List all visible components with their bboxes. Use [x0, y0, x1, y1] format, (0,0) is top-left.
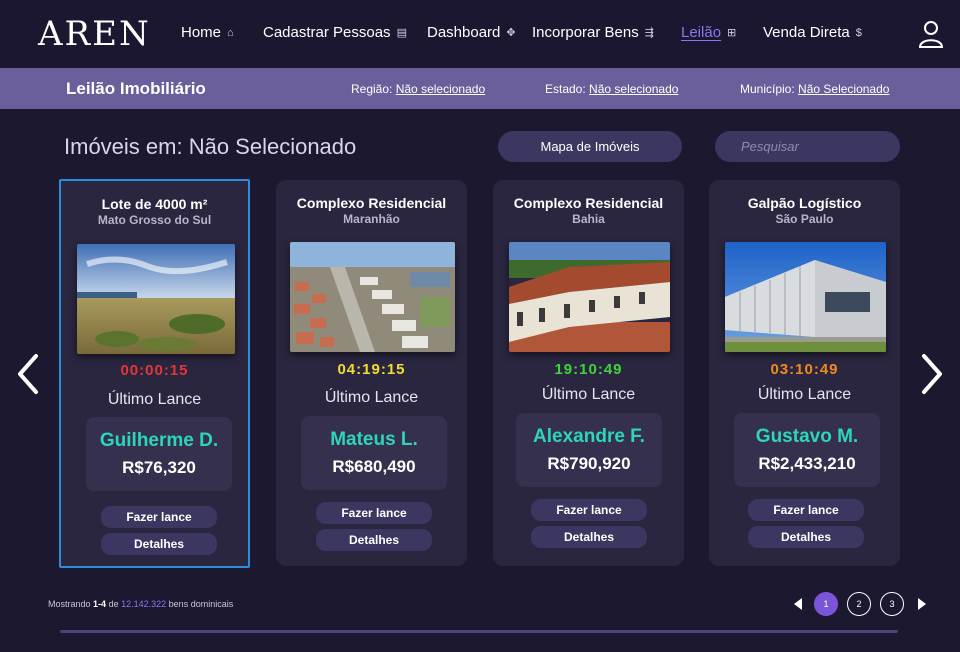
filter-municipio-value[interactable]: Não Selecionado	[798, 82, 889, 96]
property-photo[interactable]	[509, 242, 670, 352]
results-count: Mostrando 1-4 de 12.142.322 bens dominic…	[48, 599, 233, 609]
bidder-name: Guilherme D.	[99, 430, 219, 451]
card-title: Galpão Logístico	[747, 195, 862, 211]
auction-icon: ⊞	[727, 27, 737, 39]
page-prev-icon[interactable]	[793, 597, 803, 611]
home-icon: ⌂	[227, 26, 234, 39]
brand-logo[interactable]: AREN	[38, 14, 151, 54]
card-title: Lote de 4000 m²	[101, 196, 208, 212]
property-photo[interactable]	[290, 242, 455, 352]
bid-amount: R$790,920	[547, 454, 631, 473]
card-title: Complexo Residencial	[296, 195, 447, 211]
bid-amount: R$76,320	[122, 458, 196, 477]
property-card[interactable]: Complexo Residencial Maranhão 04:19:15 Ú…	[276, 180, 467, 566]
details-button[interactable]: Detalhes	[316, 529, 432, 551]
nav-leilao-label: Leilão	[681, 24, 722, 41]
dashboard-icon: ✥	[506, 27, 516, 39]
card-location: São Paulo	[775, 212, 834, 226]
filter-estado: Estado: Não selecionado	[545, 82, 678, 96]
details-button[interactable]: Detalhes	[101, 533, 217, 555]
money-icon: $	[855, 26, 862, 39]
card-location: Mato Grosso do Sul	[97, 213, 212, 227]
last-bid-box: Mateus L. R$680,490	[301, 416, 447, 490]
page-button[interactable]: 1	[814, 592, 838, 616]
register-icon: ▤	[396, 27, 407, 39]
showing-of: de	[108, 599, 119, 609]
filter-estado-label: Estado:	[545, 82, 586, 96]
card-location: Bahia	[572, 212, 605, 226]
bidder-name: Gustavo M.	[755, 426, 859, 447]
card-location: Maranhão	[343, 212, 400, 226]
user-profile-icon[interactable]	[918, 20, 944, 48]
bottom-divider	[60, 630, 898, 633]
filter-regiao-label: Região:	[351, 82, 393, 96]
showing-total: 12.142.322	[121, 599, 167, 609]
countdown-timer: 03:10:49	[770, 361, 839, 378]
property-card[interactable]: Complexo Residencial Bahia 19:10:49 Últi…	[493, 180, 684, 566]
nav-incorporar-label: Incorporar Bens	[532, 24, 639, 41]
page-heading: Imóveis em: Não Selecionado	[64, 134, 357, 159]
bidder-name: Mateus L.	[330, 429, 418, 450]
last-bid-label: Último Lance	[107, 391, 202, 408]
bidder-name: Alexandre F.	[533, 426, 645, 447]
filter-regiao: Região: Não selecionado	[351, 82, 485, 96]
property-map-button[interactable]: Mapa de Imóveis	[498, 131, 682, 162]
nav-incorporar-bens[interactable]: Incorporar Bens ⇶	[532, 24, 654, 41]
filter-municipio-label: Município:	[740, 82, 795, 96]
place-bid-button[interactable]: Fazer lance	[101, 506, 217, 528]
countdown-timer: 19:10:49	[554, 361, 623, 378]
nav-dashboard-label: Dashboard	[427, 24, 501, 41]
page-next-icon[interactable]	[917, 597, 927, 611]
incorporate-icon: ⇶	[644, 27, 654, 39]
filter-regiao-value[interactable]: Não selecionado	[396, 82, 485, 96]
nav-home-label: Home	[181, 24, 222, 41]
nav-venda-direta[interactable]: Venda Direta $	[763, 24, 862, 41]
page-button[interactable]: 2	[847, 592, 871, 616]
countdown-timer: 04:19:15	[337, 361, 406, 378]
place-bid-button[interactable]: Fazer lance	[531, 499, 647, 521]
nav-cadastrar-label: Cadastrar Pessoas	[263, 24, 391, 41]
last-bid-label: Último Lance	[324, 389, 419, 406]
property-card[interactable]: Lote de 4000 m² Mato Grosso do Sul 00:00…	[59, 179, 250, 568]
property-card[interactable]: Galpão Logístico São Paulo 03:10:49 Últi…	[709, 180, 900, 566]
countdown-timer: 00:00:15	[120, 362, 189, 379]
page-button[interactable]: 3	[880, 592, 904, 616]
details-button[interactable]: Detalhes	[748, 526, 864, 548]
bid-amount: R$680,490	[332, 457, 416, 476]
showing-prefix: Mostrando	[48, 599, 91, 609]
section-title: Leilão Imobiliário	[66, 79, 206, 98]
place-bid-button[interactable]: Fazer lance	[316, 502, 432, 524]
details-button[interactable]: Detalhes	[531, 526, 647, 548]
showing-range: 1-4	[93, 599, 107, 609]
last-bid-label: Último Lance	[541, 386, 636, 403]
nav-venda-label: Venda Direta	[763, 24, 850, 41]
property-photo[interactable]	[77, 244, 235, 354]
last-bid-box: Gustavo M. R$2,433,210	[734, 413, 880, 487]
last-bid-box: Alexandre F. R$790,920	[516, 413, 662, 487]
subheader-bar: Leilão Imobiliário Região: Não seleciona…	[0, 68, 960, 109]
nav-cadastrar-pessoas[interactable]: Cadastrar Pessoas ▤	[263, 24, 407, 41]
last-bid-label: Último Lance	[757, 386, 852, 403]
showing-suffix: bens dominicais	[168, 599, 234, 609]
property-photo[interactable]	[725, 242, 886, 352]
place-bid-button[interactable]: Fazer lance	[748, 499, 864, 521]
bid-amount: R$2,433,210	[758, 454, 856, 473]
filter-municipio: Município: Não Selecionado	[740, 82, 889, 96]
top-navbar: AREN Home ⌂ Cadastrar Pessoas ▤ Dashboar…	[0, 0, 960, 68]
nav-leilao[interactable]: Leilão ⊞	[681, 24, 736, 41]
search-input[interactable]	[715, 131, 900, 162]
last-bid-box: Guilherme D. R$76,320	[86, 417, 232, 491]
nav-dashboard[interactable]: Dashboard ✥	[427, 24, 516, 41]
card-title: Complexo Residencial	[513, 195, 664, 211]
carousel-next-icon[interactable]	[918, 352, 946, 396]
carousel-prev-icon[interactable]	[14, 352, 42, 396]
filter-estado-value[interactable]: Não selecionado	[589, 82, 678, 96]
nav-home[interactable]: Home ⌂	[181, 24, 234, 41]
